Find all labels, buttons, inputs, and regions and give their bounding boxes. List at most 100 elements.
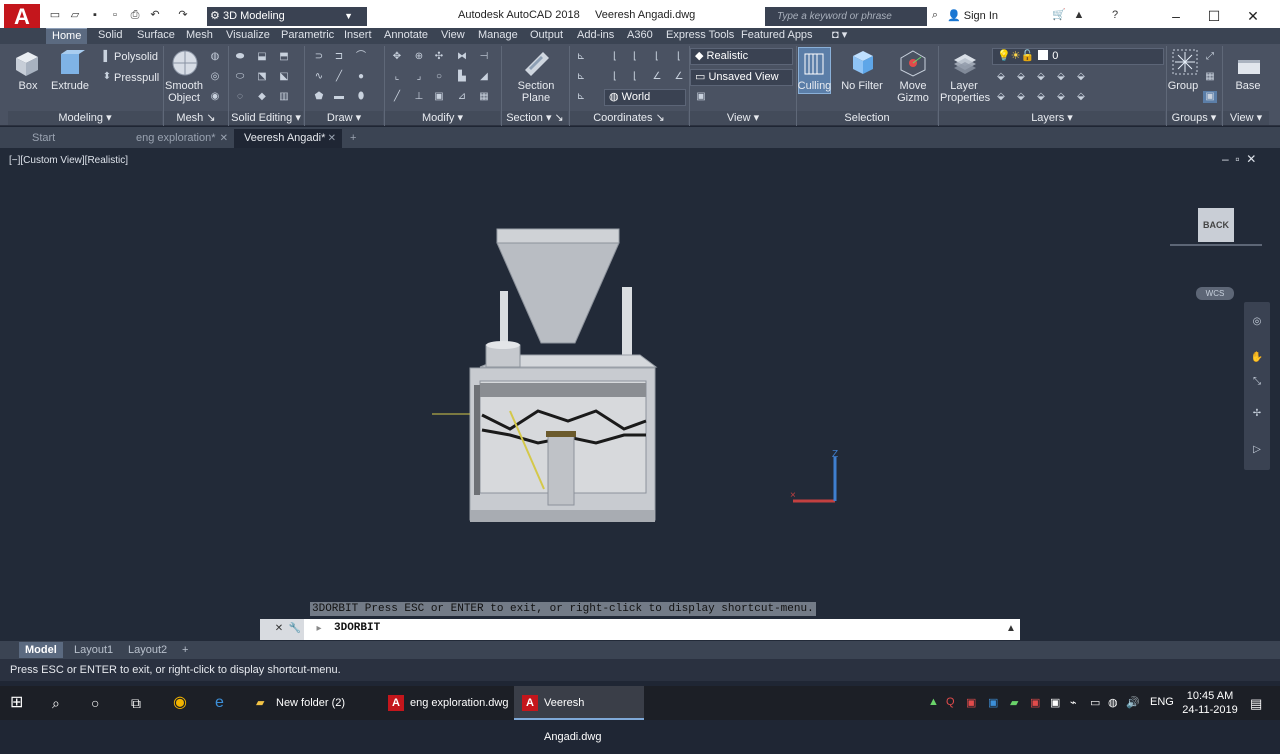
tab-layout2[interactable]: Layout2: [122, 642, 173, 658]
workspace-select[interactable]: ⚙ 3D Modeling ▼: [207, 7, 367, 26]
orbit-icon[interactable]: ✢: [1250, 408, 1264, 420]
tab-layout1[interactable]: Layout1: [68, 642, 119, 658]
spline-icon[interactable]: ∿: [312, 71, 326, 83]
viewport-window-controls[interactable]: – ▫ ✕: [1222, 152, 1256, 166]
autodesk-exchange-icon[interactable]: ▲: [1072, 9, 1086, 22]
save-as-icon[interactable]: ▫: [108, 9, 122, 22]
section-plane-label-2[interactable]: Plane: [514, 92, 558, 104]
group-tool-icon[interactable]: ▣: [1203, 91, 1217, 103]
solid-edit-icon[interactable]: ▥: [277, 91, 291, 103]
modify-icon[interactable]: ⌟: [412, 71, 426, 83]
cortana-icon[interactable]: ○: [91, 686, 111, 720]
navigation-bar[interactable]: ◎ ✋ ⤡ ✢ ▷: [1244, 302, 1270, 470]
group-icon[interactable]: [1170, 47, 1200, 77]
language-indicator[interactable]: ENG: [1150, 696, 1174, 708]
group-label[interactable]: Group: [1166, 80, 1200, 92]
modify-icon[interactable]: ╱: [390, 91, 404, 103]
layer-properties-label-2[interactable]: Properties: [940, 92, 990, 104]
command-line[interactable]: ✕ 🔧 ▸ 3DORBIT ▲: [260, 619, 1020, 640]
clock[interactable]: 10:45 AM 24-11-2019: [1180, 689, 1240, 717]
ucs-icon[interactable]: ⌊: [672, 51, 686, 63]
modify-icon[interactable]: ○: [432, 71, 446, 83]
layer-tool-icon[interactable]: ⬙: [1034, 91, 1048, 103]
tab-surface[interactable]: Surface: [137, 28, 175, 44]
taskbar-item-folder[interactable]: ▰ New folder (2): [250, 686, 376, 720]
layer-select[interactable]: 💡☀🔓 0: [992, 48, 1164, 65]
volume-icon[interactable]: 🔊: [1126, 696, 1140, 709]
solid-edit-icon[interactable]: ⬓: [255, 51, 269, 63]
move-icon[interactable]: ✥: [390, 51, 404, 63]
smooth-object-icon[interactable]: [170, 48, 200, 78]
mirror-icon[interactable]: ⧓: [455, 51, 469, 63]
wcs-menu[interactable]: WCS: [1196, 287, 1234, 300]
zoom-icon[interactable]: ⤡: [1250, 376, 1264, 388]
viewport-config-icon[interactable]: ▣: [694, 91, 708, 103]
smooth-object-label-1[interactable]: Smooth: [164, 80, 204, 92]
tab-insert[interactable]: Insert: [344, 28, 372, 44]
solid-edit-icon[interactable]: ⬔: [255, 71, 269, 83]
sign-in-button[interactable]: 👤 Sign In: [947, 9, 998, 22]
arc-icon[interactable]: ⌒: [354, 51, 368, 63]
binoculars-icon[interactable]: ⌕: [928, 9, 942, 22]
tab-parametric[interactable]: Parametric: [281, 28, 334, 44]
taskbar-item-eng-exploration[interactable]: A eng exploration.dwg: [382, 686, 510, 720]
tab-visualize[interactable]: Visualize: [226, 28, 270, 44]
panel-layers[interactable]: Layers ▾: [939, 111, 1165, 125]
network-icon[interactable]: ◍: [1108, 696, 1118, 709]
maximize-button[interactable]: ☐: [1194, 3, 1234, 29]
tray-icon[interactable]: ▣: [1050, 696, 1060, 709]
steering-wheel-icon[interactable]: ◎: [1250, 316, 1264, 328]
layer-tool-icon[interactable]: ⬙: [1074, 91, 1088, 103]
ucs-icon[interactable]: ⌊: [628, 51, 642, 63]
no-filter-icon[interactable]: [847, 48, 877, 78]
ucs-icon[interactable]: ⊾: [574, 91, 588, 103]
presspull-button[interactable]: Presspull: [114, 72, 159, 84]
solid-edit-icon[interactable]: ⬒: [277, 51, 291, 63]
trim-icon[interactable]: ⊣: [477, 51, 491, 63]
ucs-icon[interactable]: ⌊: [608, 71, 622, 83]
cart-icon[interactable]: 🛒: [1052, 9, 1066, 22]
layer-tool-icon[interactable]: ⬙: [994, 71, 1008, 83]
layer-tool-icon[interactable]: ⬙: [1034, 71, 1048, 83]
edge-icon[interactable]: e: [215, 686, 235, 720]
base-label[interactable]: Base: [1228, 80, 1268, 92]
layer-properties-icon[interactable]: [950, 48, 980, 78]
recent-commands-icon[interactable]: ▸: [312, 623, 326, 635]
layer-tool-icon[interactable]: ⬙: [1074, 71, 1088, 83]
panel-modeling[interactable]: Modeling ▾: [8, 111, 162, 125]
tab-featured-apps[interactable]: Featured Apps: [741, 28, 813, 44]
minimize-button[interactable]: –: [1156, 3, 1196, 29]
layer-properties-label-1[interactable]: Layer: [940, 80, 988, 92]
ucs-icon[interactable]: ⊾: [574, 51, 588, 63]
ucs-icon[interactable]: ∠: [672, 71, 686, 83]
move-gizmo-label-1[interactable]: Move: [893, 80, 933, 92]
mesh-tool-icon[interactable]: ◎: [208, 71, 222, 83]
extrude-button[interactable]: Extrude: [50, 80, 90, 92]
new-tab-button[interactable]: +: [344, 129, 364, 148]
layer-tool-icon[interactable]: ⬙: [1014, 91, 1028, 103]
viewcube[interactable]: BACK: [1198, 208, 1234, 242]
polygon-icon[interactable]: ⬟: [312, 91, 326, 103]
ucs-icon[interactable]: ⊾: [574, 71, 588, 83]
close-icon[interactable]: ✕: [220, 129, 228, 148]
base-icon[interactable]: [1234, 50, 1264, 80]
box-icon[interactable]: [12, 48, 42, 78]
tab-home[interactable]: Home: [46, 28, 88, 44]
intersect-icon[interactable]: ◌: [233, 91, 247, 103]
subtract-icon[interactable]: ⬭: [233, 71, 247, 83]
save-icon[interactable]: ▪: [88, 9, 102, 22]
panel-view[interactable]: View ▾: [690, 111, 796, 125]
ucs-icon[interactable]: ⌊: [628, 71, 642, 83]
app-menu-button[interactable]: A: [4, 4, 40, 30]
panel-solid-editing[interactable]: Solid Editing ▾: [229, 111, 303, 125]
tray-icon[interactable]: ⌁: [1070, 696, 1077, 709]
search-icon[interactable]: ⌕: [52, 686, 72, 720]
mesh-tool-icon[interactable]: ◍: [208, 51, 222, 63]
tray-icon[interactable]: ▣: [1030, 696, 1040, 709]
modify-icon[interactable]: ▙: [455, 71, 469, 83]
battery-icon[interactable]: ▭: [1090, 696, 1100, 709]
viewcube-ring[interactable]: [1170, 244, 1262, 246]
modify-icon[interactable]: ⌞: [390, 71, 404, 83]
ucs-icon[interactable]: ⌊: [608, 51, 622, 63]
rotate-icon[interactable]: ⊕: [412, 51, 426, 63]
